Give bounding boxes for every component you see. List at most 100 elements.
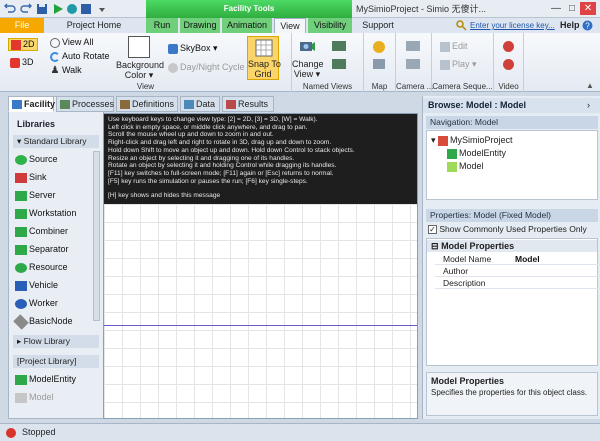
group-label-view: View [136,82,155,91]
tab-visibility[interactable]: Visibility [308,18,352,33]
video-settings-icon[interactable] [503,59,514,70]
map-layer-icon[interactable] [373,59,385,69]
tree-item-model[interactable]: Model [447,160,484,172]
library-item-vehicle[interactable]: Vehicle [15,277,58,293]
tab-animation[interactable]: Animation [222,18,272,33]
ribbon-collapse-icon[interactable]: ▲ [586,81,594,90]
help-icon[interactable]: ? [582,20,593,31]
camera-edit-button[interactable]: Edit [440,41,468,52]
separator-icon [15,244,27,255]
snap-to-grid-button[interactable]: Snap To Grid [247,36,281,80]
library-item-sink[interactable]: Sink [15,169,47,185]
walk-icon: ♟ [50,64,60,76]
show-common-properties-checkbox[interactable]: ✓ Show Commonly Used Properties Only [428,224,587,235]
library-item-basicnode[interactable]: BasicNode [13,313,73,330]
combiner-icon [15,226,27,237]
property-section-model[interactable]: ⊟ Model Properties [427,240,597,252]
property-description-box: Model Properties Specifies the propertie… [426,372,598,416]
library-item-model[interactable]: Model [15,389,54,405]
walk-button[interactable]: ♟ Walk [50,65,82,76]
group-view: 2D 3D View All Auto Rotate ♟ Walk Backgro… [0,33,292,92]
library-item-source[interactable]: Source [15,151,58,167]
tab-results[interactable]: Results [222,96,274,112]
license-key-link[interactable]: Enter your license key... [470,18,555,33]
day-night-icon [168,62,178,73]
group-label-named-views: Named Views [302,82,353,91]
property-row-author[interactable]: Author [435,265,600,277]
camera-play-button[interactable]: Play ▾ [440,59,477,70]
tab-project-home[interactable]: Project Home [56,18,132,33]
undo-icon[interactable] [4,3,16,15]
library-item-resource[interactable]: Resource [15,259,68,275]
tab-drawing[interactable]: Drawing [180,18,220,33]
library-item-worker[interactable]: Worker [15,295,58,311]
window-title: MySimioProject - Simio 无傻计... [356,4,487,14]
library-scrollbar[interactable] [93,151,100,321]
library-item-server[interactable]: Server [15,187,56,203]
group-camera: Camera ... [396,33,433,92]
tab-definitions[interactable]: Definitions [116,96,178,112]
minimize-button[interactable]: — [548,2,564,15]
help-button[interactable]: Help [560,18,580,33]
tree-item-project[interactable]: ▾ MySimioProject [431,134,513,146]
property-row-model-name[interactable]: Model Name Model [435,253,600,265]
navigation-header: Navigation: Model [426,116,598,129]
background-color-swatch[interactable] [128,36,150,58]
camera-icon[interactable] [406,41,420,51]
library-item-separator[interactable]: Separator [15,241,69,257]
navigation-tree: ▾ MySimioProject ModelEntity Model [426,130,598,200]
tab-run[interactable]: Run [146,18,178,33]
run-icon[interactable] [52,3,64,15]
library-item-modelentity[interactable]: ModelEntity [15,371,76,387]
libraries-panel: Libraries ▾ Standard Library Source Sink… [8,96,104,419]
tab-file[interactable]: File [0,18,44,33]
library-item-combiner[interactable]: Combiner [15,223,68,239]
tab-processes[interactable]: Processes [56,96,114,112]
property-row-description[interactable]: Description [435,277,600,289]
step-icon[interactable] [66,3,78,15]
camera-follow-icon[interactable] [406,59,420,69]
map-pin-icon[interactable] [373,41,385,53]
named-view-manage-icon[interactable] [332,59,346,69]
save-icon[interactable] [36,3,48,15]
named-view-add-icon[interactable] [332,41,346,51]
redo-icon[interactable] [20,3,32,15]
change-view-button[interactable]: Change View ▾ [292,59,324,79]
day-night-cycle-button[interactable]: Day/Night Cycle [168,62,245,73]
maximize-button[interactable]: □ [564,2,580,15]
standard-library-header[interactable]: ▾ Standard Library [13,135,99,148]
server-icon [15,190,27,201]
view-3d-button[interactable]: 3D [10,57,34,68]
facility-canvas[interactable]: Use keyboard keys to change view type: [… [103,113,418,419]
tab-support[interactable]: Support [356,18,400,33]
record-icon[interactable] [503,41,514,52]
library-item-workstation[interactable]: Workstation [15,205,76,221]
view-2d-button[interactable]: 2D [8,38,38,51]
model-entity-icon [15,374,27,385]
zoom-extents-icon [50,37,60,48]
auto-rotate-button[interactable]: Auto Rotate [50,51,110,62]
qat-customize-icon[interactable] [96,3,108,15]
panel-collapse-icon[interactable]: › [587,100,590,110]
group-label-map: Map [371,82,388,91]
project-library-header[interactable]: [Project Library] [13,355,99,368]
checkbox-checked-icon: ✓ [428,225,437,235]
keyboard-help-overlay: Use keyboard keys to change view type: [… [104,114,417,204]
snap-grid-icon [255,39,273,57]
close-button[interactable]: ✕ [580,2,596,15]
flow-library-header[interactable]: ▸ Flow Library [13,335,99,348]
model-entity-icon [447,148,457,159]
title-bar: Facility Tools MySimioProject - Simio 无傻… [0,0,600,18]
view-all-button[interactable]: View All [50,37,93,48]
sink-icon [15,172,27,183]
tab-data[interactable]: Data [180,96,220,112]
background-color-button[interactable]: Background Color ▾ [116,60,164,80]
skybox-button[interactable]: SkyBox ▾ [168,43,218,54]
tab-view[interactable]: View [274,18,306,33]
worker-icon [15,298,27,309]
group-map: Map [364,33,396,92]
tree-item-modelentity[interactable]: ModelEntity [447,147,506,159]
status-bar: Stopped [0,423,600,441]
tab-facility[interactable]: Facility [8,96,55,112]
stop-icon[interactable] [80,3,92,15]
